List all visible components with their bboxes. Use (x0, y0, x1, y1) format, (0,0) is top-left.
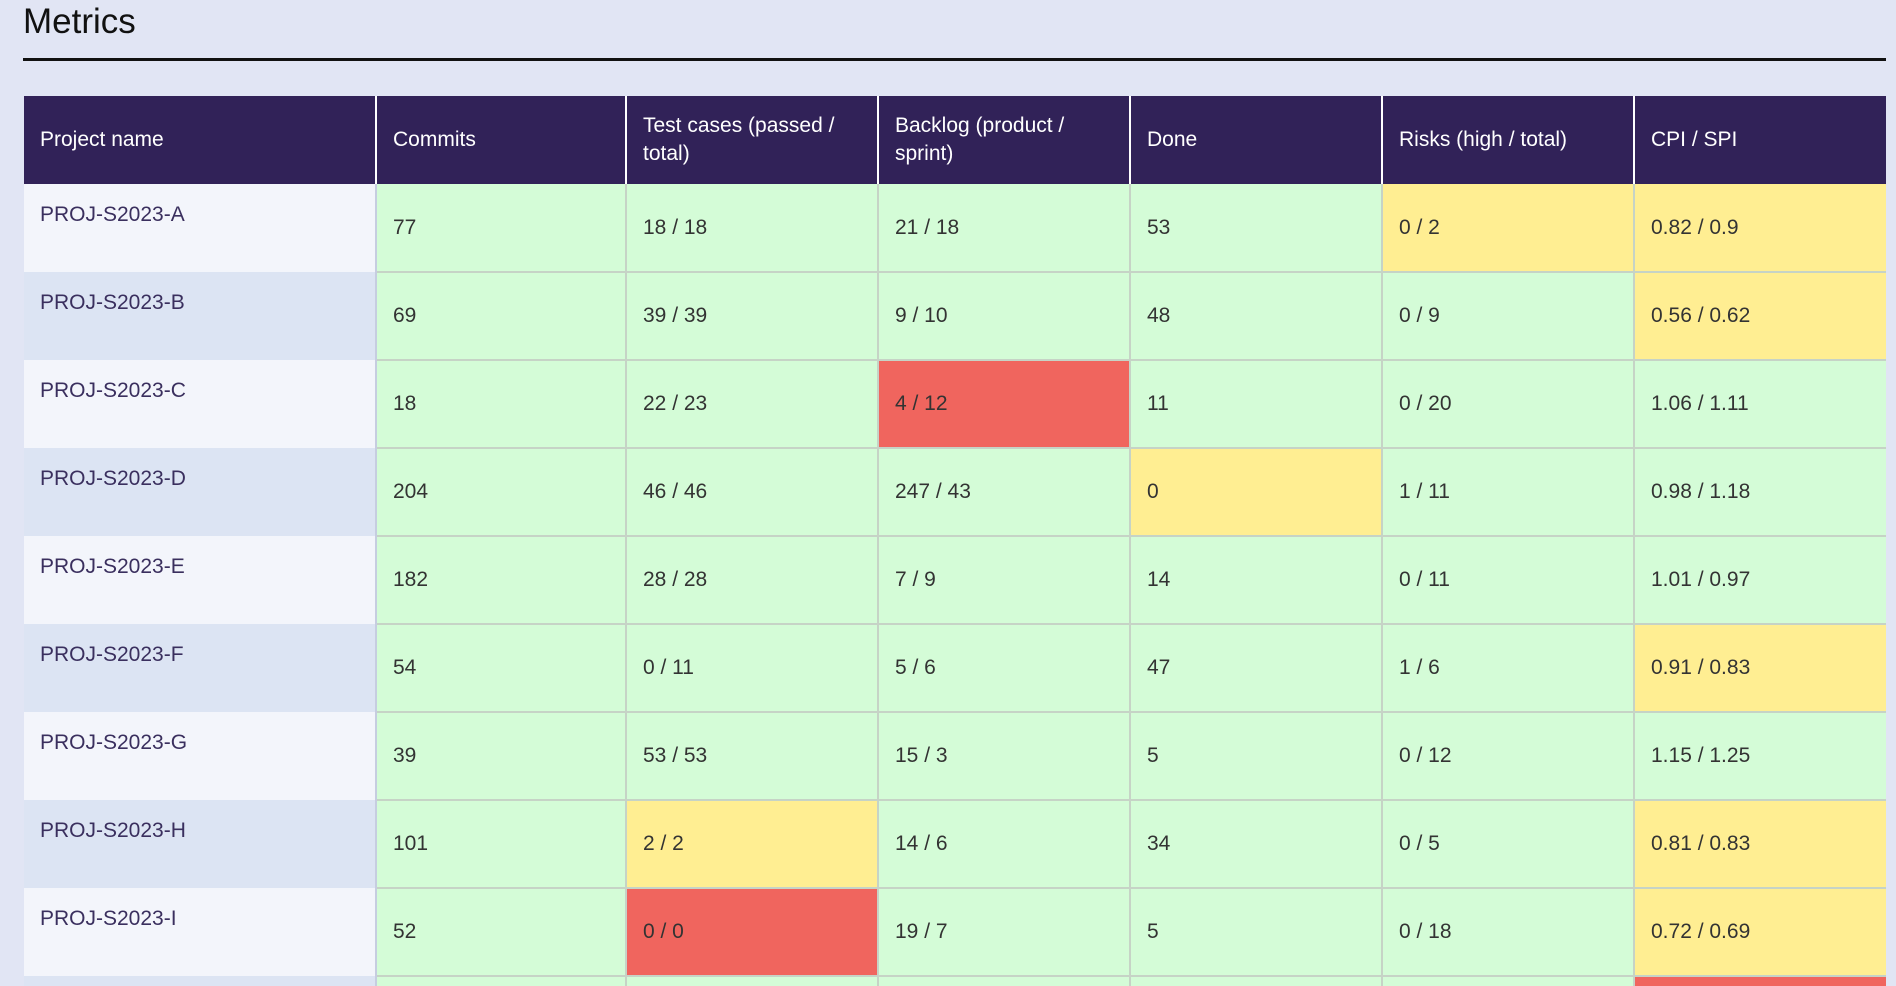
tests-cell: 2 / 2 (626, 800, 879, 889)
project-name-cell[interactable]: PROJ-S2023-D (24, 448, 377, 536)
tests-cell: 0 / 11 (626, 624, 879, 713)
table-row: PROJ-S2023-F 54 0 / 11 5 / 6 47 1 / 6 0.… (24, 624, 1886, 713)
project-name-cell[interactable]: PROJ-S2023-H (24, 800, 377, 888)
header-test-cases[interactable]: Test cases (passed / total) (626, 96, 879, 184)
backlog-cell: 21 / 18 (878, 184, 1131, 273)
project-name-cell[interactable]: PROJ-S2023-E (24, 536, 377, 624)
done-cell (1130, 976, 1383, 986)
risks-cell: 0 / 20 (1382, 360, 1635, 449)
backlog-cell: 9 / 10 (878, 272, 1131, 361)
done-cell: 5 (1130, 712, 1383, 801)
done-cell: 14 (1130, 536, 1383, 625)
cpi-spi-cell: 1.01 / 0.97 (1634, 536, 1886, 625)
tests-cell (626, 976, 879, 986)
backlog-cell: 14 / 6 (878, 800, 1131, 889)
header-cpi-spi[interactable]: CPI / SPI (1634, 96, 1886, 184)
project-name-cell[interactable]: PROJ-S2023-C (24, 360, 377, 448)
risks-cell: 0 / 11 (1382, 536, 1635, 625)
project-name-cell[interactable]: PROJ-S2023-G (24, 712, 377, 800)
header-row: Project name Commits Test cases (passed … (24, 96, 1886, 184)
tests-cell: 53 / 53 (626, 712, 879, 801)
title-divider (23, 58, 1886, 61)
done-cell: 5 (1130, 888, 1383, 977)
tests-cell: 46 / 46 (626, 448, 879, 537)
tests-cell: 28 / 28 (626, 536, 879, 625)
metrics-table: Project name Commits Test cases (passed … (24, 96, 1886, 986)
backlog-cell: 5 / 6 (878, 624, 1131, 713)
backlog-cell: 15 / 3 (878, 712, 1131, 801)
header-backlog[interactable]: Backlog (product / sprint) (878, 96, 1131, 184)
risks-cell: 1 / 6 (1382, 624, 1635, 713)
done-cell: 0 (1130, 448, 1383, 537)
backlog-cell: 7 / 9 (878, 536, 1131, 625)
table-body: PROJ-S2023-A 77 18 / 18 21 / 18 53 0 / 2… (24, 184, 1886, 986)
commits-cell (376, 976, 627, 986)
commits-cell: 77 (376, 184, 627, 273)
cpi-spi-cell: 1.15 / 1.25 (1634, 712, 1886, 801)
commits-cell: 54 (376, 624, 627, 713)
backlog-cell: 4 / 12 (878, 360, 1131, 449)
risks-cell: 0 / 5 (1382, 800, 1635, 889)
header-done[interactable]: Done (1130, 96, 1383, 184)
risks-cell: 0 / 18 (1382, 888, 1635, 977)
table-row: PROJ-S2023-C 18 22 / 23 4 / 12 11 0 / 20… (24, 360, 1886, 449)
commits-cell: 182 (376, 536, 627, 625)
table-row: PROJ-S2023-H 101 2 / 2 14 / 6 34 0 / 5 0… (24, 800, 1886, 889)
cpi-spi-cell (1634, 976, 1886, 986)
cpi-spi-cell: 0.56 / 0.62 (1634, 272, 1886, 361)
risks-cell: 0 / 9 (1382, 272, 1635, 361)
done-cell: 47 (1130, 624, 1383, 713)
cpi-spi-cell: 1.06 / 1.11 (1634, 360, 1886, 449)
tests-cell: 39 / 39 (626, 272, 879, 361)
commits-cell: 101 (376, 800, 627, 889)
table-header: Project name Commits Test cases (passed … (24, 96, 1886, 184)
metrics-page: Metrics Project name Commits Test cases … (0, 0, 1896, 986)
backlog-cell: 247 / 43 (878, 448, 1131, 537)
header-commits[interactable]: Commits (376, 96, 627, 184)
commits-cell: 204 (376, 448, 627, 537)
cpi-spi-cell: 0.98 / 1.18 (1634, 448, 1886, 537)
cpi-spi-cell: 0.82 / 0.9 (1634, 184, 1886, 273)
table-row: PROJ-S2023-B 69 39 / 39 9 / 10 48 0 / 9 … (24, 272, 1886, 361)
table-row: PROJ-S2023-I 52 0 / 0 19 / 7 5 0 / 18 0.… (24, 888, 1886, 977)
table-row: PROJ-S2023-D 204 46 / 46 247 / 43 0 1 / … (24, 448, 1886, 537)
backlog-cell: 19 / 7 (878, 888, 1131, 977)
done-cell: 53 (1130, 184, 1383, 273)
risks-cell: 0 / 2 (1382, 184, 1635, 273)
page-title: Metrics (23, 2, 136, 41)
tests-cell: 22 / 23 (626, 360, 879, 449)
cpi-spi-cell: 0.81 / 0.83 (1634, 800, 1886, 889)
commits-cell: 39 (376, 712, 627, 801)
backlog-cell (878, 976, 1131, 986)
tests-cell: 0 / 0 (626, 888, 879, 977)
project-name-cell[interactable]: PROJ-S2023-I (24, 888, 377, 976)
risks-cell (1382, 976, 1635, 986)
header-project-name[interactable]: Project name (24, 96, 377, 184)
cpi-spi-cell: 0.91 / 0.83 (1634, 624, 1886, 713)
table-row-partial (24, 976, 1886, 986)
risks-cell: 1 / 11 (1382, 448, 1635, 537)
project-name-cell[interactable]: PROJ-S2023-A (24, 184, 377, 272)
table-row: PROJ-S2023-G 39 53 / 53 15 / 3 5 0 / 12 … (24, 712, 1886, 801)
commits-cell: 52 (376, 888, 627, 977)
tests-cell: 18 / 18 (626, 184, 879, 273)
project-name-cell[interactable]: PROJ-S2023-B (24, 272, 377, 360)
done-cell: 34 (1130, 800, 1383, 889)
risks-cell: 0 / 12 (1382, 712, 1635, 801)
commits-cell: 69 (376, 272, 627, 361)
cpi-spi-cell: 0.72 / 0.69 (1634, 888, 1886, 977)
project-name-cell (24, 976, 377, 986)
commits-cell: 18 (376, 360, 627, 449)
table-row: PROJ-S2023-E 182 28 / 28 7 / 9 14 0 / 11… (24, 536, 1886, 625)
project-name-cell[interactable]: PROJ-S2023-F (24, 624, 377, 712)
header-risks[interactable]: Risks (high / total) (1382, 96, 1635, 184)
table-row: PROJ-S2023-A 77 18 / 18 21 / 18 53 0 / 2… (24, 184, 1886, 273)
done-cell: 48 (1130, 272, 1383, 361)
done-cell: 11 (1130, 360, 1383, 449)
